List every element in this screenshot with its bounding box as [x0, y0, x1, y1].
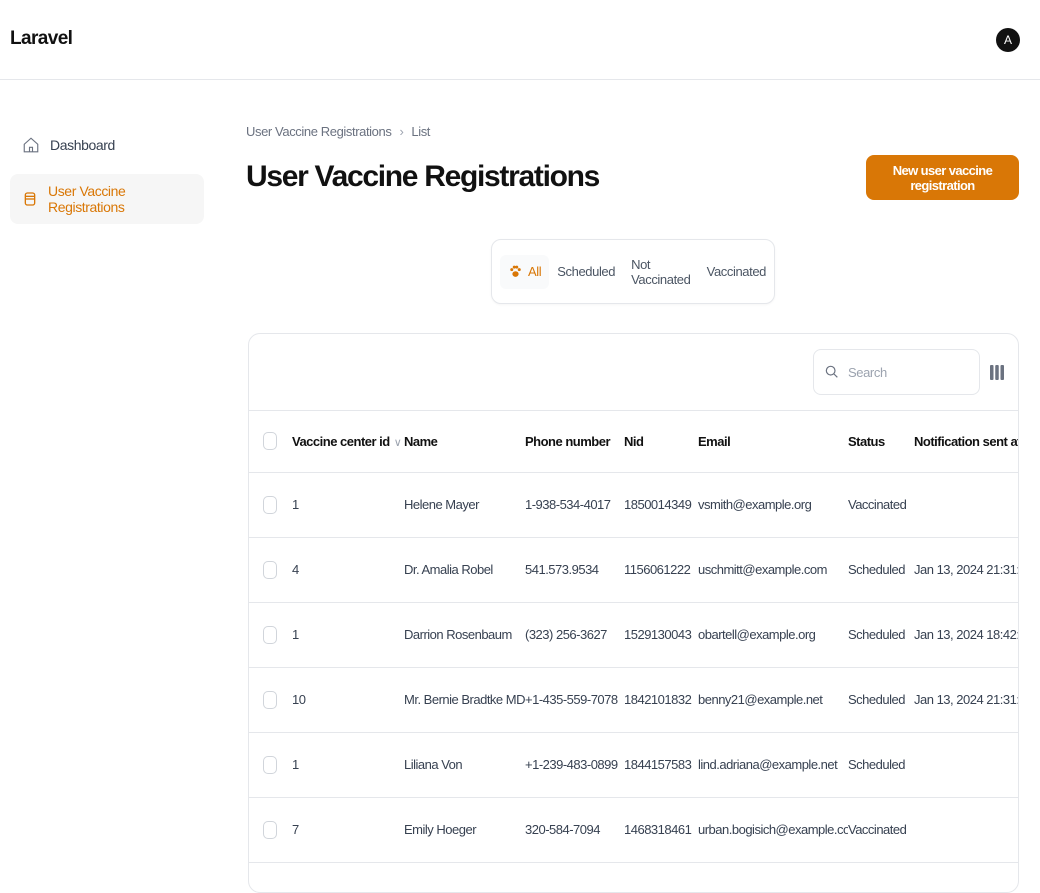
cell-notification-sent-at	[914, 797, 1018, 863]
cell-nid: 1842101832	[624, 667, 698, 733]
row-checkbox[interactable]	[263, 495, 277, 514]
cell-name: Mr. Bernie Bradtke MD	[404, 667, 525, 733]
breadcrumb-separator: ›	[399, 124, 404, 139]
cell-name: Helene Mayer	[404, 472, 525, 538]
cell-email: vsmith@example.org	[698, 472, 848, 538]
cell-phone: 1-938-534-4017	[525, 472, 624, 538]
user-avatar[interactable]: A	[996, 28, 1020, 52]
search-icon	[825, 365, 838, 378]
cell-nid: 1844157583	[624, 732, 698, 798]
tab-scheduled[interactable]: Scheduled	[549, 255, 623, 289]
registrations-table-card: Vaccine center id∨ Name Phone number Nid…	[248, 333, 1019, 893]
breadcrumb: User Vaccine Registrations › List	[246, 124, 430, 139]
cell-status: Scheduled	[848, 537, 914, 603]
tab-label: Not Vaccinated	[631, 256, 691, 287]
sidebar: Dashboard User Vaccine Registrations	[10, 120, 204, 228]
cell-vaccine-center-id: 1	[292, 602, 404, 668]
cell-name: Liliana Von	[404, 732, 525, 798]
cell-vaccine-center-id: 10	[292, 667, 404, 733]
sidebar-item-user-vaccine-registrations[interactable]: User Vaccine Registrations	[10, 174, 204, 224]
cell-nid: 1468318461	[624, 797, 698, 863]
tab-label: Vaccinated	[706, 264, 767, 279]
row-checkbox[interactable]	[263, 560, 277, 579]
cell-notification-sent-at	[914, 732, 1018, 798]
column-header-phone: Phone number	[525, 411, 624, 473]
cell-phone: 541.573.9534	[525, 537, 624, 603]
breadcrumb-current: List	[411, 124, 431, 139]
top-bar: Laravel A	[0, 0, 1040, 80]
cell-name: Darrion Rosenbaum	[404, 602, 525, 668]
column-header-name: Name	[404, 411, 525, 473]
select-all-checkbox[interactable]	[263, 432, 277, 451]
column-header-vaccine-center-id[interactable]: Vaccine center id ∨	[292, 411, 404, 473]
page-title: User Vaccine Registrations	[246, 160, 600, 193]
breadcrumb-parent[interactable]: User Vaccine Registrations	[246, 124, 392, 139]
table-row[interactable]: 1 Liliana Von +1-239-483-0899 1844157583…	[249, 732, 1018, 798]
column-header-email: Email	[698, 411, 848, 473]
tab-all[interactable]: All	[500, 254, 550, 289]
new-registration-button[interactable]: New user vaccine registration	[866, 155, 1019, 200]
cell-email: uschmitt@example.com	[698, 537, 848, 603]
cell-status: Scheduled	[848, 732, 914, 798]
table-toolbar	[249, 334, 1018, 411]
cell-email: lind.adriana@example.net	[698, 732, 848, 798]
cell-nid: 1529130043	[624, 602, 698, 668]
column-header-status: Status	[848, 411, 914, 473]
sidebar-item-dashboard[interactable]: Dashboard	[10, 120, 204, 170]
column-header-notification-sent-at[interactable]: Notification sent at∨	[914, 411, 1018, 473]
tab-vaccinated[interactable]: Vaccinated	[699, 255, 774, 289]
cell-notification-sent-at: Jan 13, 2024 21:31:03	[914, 537, 1018, 603]
table-row[interactable]: 4 Dr. Amalia Robel 541.573.9534 11560612…	[249, 537, 1018, 603]
cell-vaccine-center-id: 1	[292, 472, 404, 538]
cell-email: benny21@example.net	[698, 667, 848, 733]
cell-phone: (323) 256-3627	[525, 602, 624, 668]
cell-status: Vaccinated	[848, 472, 914, 538]
cell-notification-sent-at: Jan 13, 2024 18:42:02	[914, 602, 1018, 668]
cell-status: Scheduled	[848, 602, 914, 668]
tab-label: Scheduled	[557, 264, 616, 279]
home-icon	[23, 137, 39, 153]
cell-notification-sent-at	[914, 472, 1018, 538]
cylinder-icon	[24, 192, 36, 206]
table-row[interactable]: 1 Helene Mayer 1-938-534-4017 1850014349…	[249, 472, 1018, 538]
search-field[interactable]	[813, 349, 980, 395]
chevron-down-icon: ∨	[393, 436, 402, 449]
table-row[interactable]: 1 Darrion Rosenbaum (323) 256-3627 15291…	[249, 602, 1018, 668]
table-header-row: Vaccine center id ∨ Name Phone number Nid…	[249, 411, 1018, 473]
cell-notification-sent-at: Jan 13, 2024 21:31:03	[914, 667, 1018, 733]
tab-label: All	[528, 264, 542, 279]
cell-status: Vaccinated	[848, 797, 914, 863]
cell-name: Emily Hoeger	[404, 797, 525, 863]
row-checkbox[interactable]	[263, 820, 277, 839]
cell-nid: 1850014349	[624, 472, 698, 538]
row-checkbox[interactable]	[263, 755, 277, 774]
status-tabs: All Scheduled Not Vaccinated Vaccinated	[491, 239, 775, 304]
cell-vaccine-center-id: 1	[292, 732, 404, 798]
table-row[interactable]: 10 Mr. Bernie Bradtke MD +1-435-559-7078…	[249, 667, 1018, 733]
cell-vaccine-center-id: 4	[292, 537, 404, 603]
tab-not-vaccinated[interactable]: Not Vaccinated	[623, 255, 699, 289]
cell-email: obartell@example.org	[698, 602, 848, 668]
columns-icon	[990, 364, 1004, 380]
cell-phone: +1-239-483-0899	[525, 732, 624, 798]
cell-phone: 320-584-7094	[525, 797, 624, 863]
paw-icon	[510, 265, 521, 277]
sidebar-item-label: Dashboard	[50, 137, 115, 153]
brand-logo[interactable]: Laravel	[10, 28, 73, 50]
sidebar-item-label: User Vaccine Registrations	[48, 183, 126, 215]
cell-vaccine-center-id: 7	[292, 797, 404, 863]
columns-toggle-button[interactable]	[987, 362, 1007, 382]
cell-email: urban.bogisich@example.com	[698, 797, 848, 863]
cell-name: Dr. Amalia Robel	[404, 537, 525, 603]
cell-nid: 1156061222	[624, 537, 698, 603]
table-row[interactable]: 7 Emily Hoeger 320-584-7094 1468318461 u…	[249, 797, 1018, 863]
cell-phone: +1-435-559-7078	[525, 667, 624, 733]
search-input[interactable]	[846, 363, 966, 381]
row-checkbox[interactable]	[263, 625, 277, 644]
column-header-nid: Nid	[624, 411, 698, 473]
cell-status: Scheduled	[848, 667, 914, 733]
registrations-table: Vaccine center id ∨ Name Phone number Nid…	[249, 411, 1018, 863]
row-checkbox[interactable]	[263, 690, 277, 709]
